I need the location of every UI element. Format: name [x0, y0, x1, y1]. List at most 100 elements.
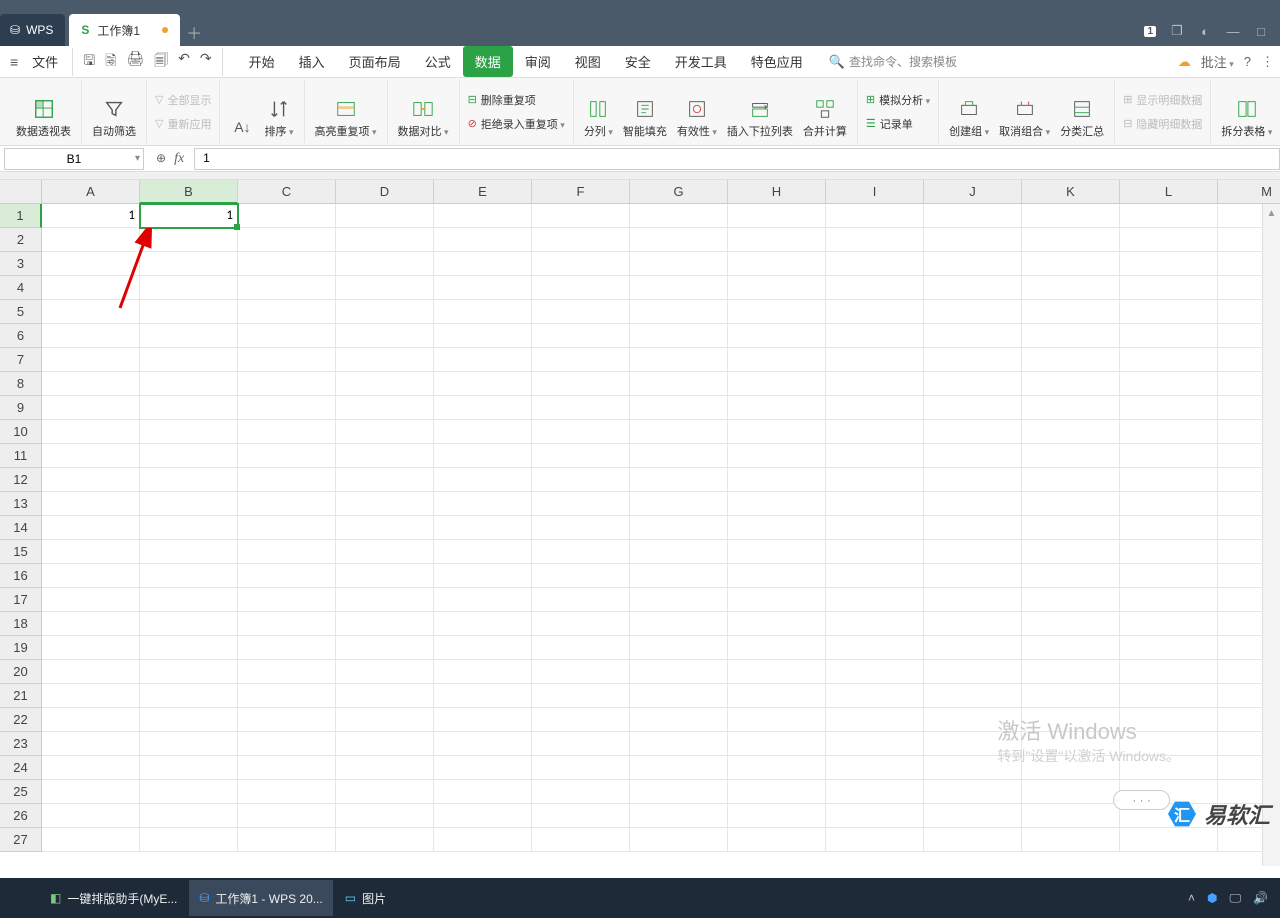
row-header-10[interactable]: 10: [0, 420, 42, 444]
cell-B5[interactable]: [140, 300, 238, 324]
cell-B1[interactable]: 1: [140, 204, 238, 228]
cell-C27[interactable]: [238, 828, 336, 852]
scroll-up-icon[interactable]: ▲: [1263, 204, 1280, 222]
menu-tab-7[interactable]: 安全: [613, 46, 663, 77]
cell-D2[interactable]: [336, 228, 434, 252]
cell-E8[interactable]: [434, 372, 532, 396]
cell-J16[interactable]: [924, 564, 1022, 588]
cell-B10[interactable]: [140, 420, 238, 444]
cell-F13[interactable]: [532, 492, 630, 516]
cell-L8[interactable]: [1120, 372, 1218, 396]
new-tab-button[interactable]: ＋: [180, 18, 208, 46]
row-header-15[interactable]: 15: [0, 540, 42, 564]
cell-K2[interactable]: [1022, 228, 1120, 252]
cell-I1[interactable]: [826, 204, 924, 228]
cell-A18[interactable]: [42, 612, 140, 636]
cell-D25[interactable]: [336, 780, 434, 804]
tray-volume-icon[interactable]: 🔊: [1253, 891, 1268, 905]
trace-icon[interactable]: ⊕: [156, 151, 166, 167]
cell-H4[interactable]: [728, 276, 826, 300]
cell-D12[interactable]: [336, 468, 434, 492]
cell-C2[interactable]: [238, 228, 336, 252]
row-header-12[interactable]: 12: [0, 468, 42, 492]
cell-D19[interactable]: [336, 636, 434, 660]
cell-K19[interactable]: [1022, 636, 1120, 660]
cell-J3[interactable]: [924, 252, 1022, 276]
sort-asc-button[interactable]: A↓: [230, 115, 254, 139]
cell-E5[interactable]: [434, 300, 532, 324]
cell-F14[interactable]: [532, 516, 630, 540]
cell-J4[interactable]: [924, 276, 1022, 300]
system-tray[interactable]: ˄ ⬢ 🖵 🔊: [1188, 891, 1276, 906]
cell-I22[interactable]: [826, 708, 924, 732]
cell-G13[interactable]: [630, 492, 728, 516]
menu-tab-6[interactable]: 视图: [563, 46, 613, 77]
cell-A24[interactable]: [42, 756, 140, 780]
cell-G7[interactable]: [630, 348, 728, 372]
cell-F17[interactable]: [532, 588, 630, 612]
cloud-sync-icon[interactable]: ☁: [1178, 54, 1191, 70]
cell-F25[interactable]: [532, 780, 630, 804]
notification-badge[interactable]: 1: [1144, 26, 1156, 37]
print-direct-icon[interactable]: 🗐: [152, 48, 170, 76]
cell-C6[interactable]: [238, 324, 336, 348]
row-header-16[interactable]: 16: [0, 564, 42, 588]
smart-fill-button[interactable]: 智能填充: [623, 97, 667, 139]
select-all-corner[interactable]: [0, 180, 42, 204]
cell-I14[interactable]: [826, 516, 924, 540]
cell-G24[interactable]: [630, 756, 728, 780]
cell-B23[interactable]: [140, 732, 238, 756]
cell-K5[interactable]: [1022, 300, 1120, 324]
name-box[interactable]: B1 ▾: [4, 148, 144, 170]
cell-G15[interactable]: [630, 540, 728, 564]
split-table-button[interactable]: 拆分表格: [1221, 97, 1272, 139]
cell-E1[interactable]: [434, 204, 532, 228]
cell-B20[interactable]: [140, 660, 238, 684]
cell-C17[interactable]: [238, 588, 336, 612]
cell-J9[interactable]: [924, 396, 1022, 420]
cell-I24[interactable]: [826, 756, 924, 780]
cell-C16[interactable]: [238, 564, 336, 588]
cell-J17[interactable]: [924, 588, 1022, 612]
cell-G5[interactable]: [630, 300, 728, 324]
cell-I15[interactable]: [826, 540, 924, 564]
cell-I7[interactable]: [826, 348, 924, 372]
cell-C9[interactable]: [238, 396, 336, 420]
cell-D20[interactable]: [336, 660, 434, 684]
cell-L19[interactable]: [1120, 636, 1218, 660]
tray-cube-icon[interactable]: ⬢: [1207, 891, 1217, 905]
cell-H22[interactable]: [728, 708, 826, 732]
cell-B21[interactable]: [140, 684, 238, 708]
document-tab[interactable]: S 工作簿1: [69, 14, 180, 46]
cell-E10[interactable]: [434, 420, 532, 444]
redo-icon[interactable]: ↷: [198, 48, 214, 76]
cell-G4[interactable]: [630, 276, 728, 300]
cell-H26[interactable]: [728, 804, 826, 828]
row-header-22[interactable]: 22: [0, 708, 42, 732]
cell-F18[interactable]: [532, 612, 630, 636]
pivot-table-button[interactable]: 数据透视表: [16, 97, 71, 139]
subtotal-button[interactable]: 分类汇总: [1060, 97, 1104, 139]
cell-H15[interactable]: [728, 540, 826, 564]
cell-L11[interactable]: [1120, 444, 1218, 468]
column-header-B[interactable]: B: [140, 180, 238, 204]
cell-D21[interactable]: [336, 684, 434, 708]
menu-tab-4[interactable]: 数据: [463, 46, 513, 77]
cell-A4[interactable]: [42, 276, 140, 300]
cell-L1[interactable]: [1120, 204, 1218, 228]
cell-A16[interactable]: [42, 564, 140, 588]
cell-A7[interactable]: [42, 348, 140, 372]
cell-F8[interactable]: [532, 372, 630, 396]
cell-G2[interactable]: [630, 228, 728, 252]
row-header-26[interactable]: 26: [0, 804, 42, 828]
cell-A5[interactable]: [42, 300, 140, 324]
cell-K4[interactable]: [1022, 276, 1120, 300]
print-preview-icon[interactable]: 🗟: [103, 48, 118, 76]
cell-L14[interactable]: [1120, 516, 1218, 540]
help-button[interactable]: ?: [1244, 54, 1251, 69]
cell-F3[interactable]: [532, 252, 630, 276]
row-header-9[interactable]: 9: [0, 396, 42, 420]
cell-J21[interactable]: [924, 684, 1022, 708]
cell-G22[interactable]: [630, 708, 728, 732]
cell-A21[interactable]: [42, 684, 140, 708]
